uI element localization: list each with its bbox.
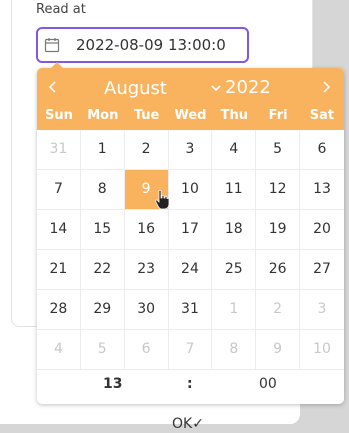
chevron-right-icon xyxy=(323,81,331,93)
day-cell[interactable]: 2 xyxy=(256,290,301,329)
day-cell[interactable]: 1 xyxy=(212,290,257,329)
chevron-down-icon xyxy=(211,84,221,92)
weekday-label: Mon xyxy=(87,108,119,123)
read-at-input[interactable]: 2022-08-09 13:00:0 xyxy=(36,27,249,63)
date-picker-popup: August 2022 Sun Mon Tue Wed Thu Fri Sat … xyxy=(37,62,344,404)
day-cell[interactable]: 31 xyxy=(169,290,213,329)
day-cell[interactable]: 3 xyxy=(169,130,213,169)
day-cell[interactable]: 8 xyxy=(81,170,125,209)
weekday-label: Fri xyxy=(268,108,288,123)
day-cell[interactable]: 4 xyxy=(212,130,257,169)
day-cell[interactable]: 29 xyxy=(81,290,125,329)
pointer-cursor-icon xyxy=(155,190,169,210)
day-cell[interactable]: 3 xyxy=(300,290,344,329)
day-cell[interactable]: 11 xyxy=(212,170,257,209)
year-input[interactable]: 2022 xyxy=(225,76,271,100)
calendar-icon xyxy=(44,37,60,53)
day-cell[interactable]: 15 xyxy=(81,210,125,249)
day-cell[interactable]: 22 xyxy=(81,250,125,289)
weekday-label: Tue xyxy=(133,108,160,123)
month-select[interactable]: August xyxy=(104,76,221,100)
week-row: 28 29 30 31 1 2 3 xyxy=(37,290,344,330)
day-cell[interactable]: 21 xyxy=(37,250,81,289)
weekday-label: Thu xyxy=(220,108,248,123)
day-cell[interactable]: 19 xyxy=(256,210,301,249)
day-cell[interactable]: 23 xyxy=(125,250,169,289)
read-at-value: 2022-08-09 13:00:0 xyxy=(76,36,226,54)
week-row: 7 8 9 10 11 12 13 xyxy=(37,170,344,210)
selected-day-cell[interactable]: 9 xyxy=(124,170,169,210)
weekday-header: Sun Mon Tue Wed Thu Fri Sat xyxy=(37,106,344,130)
next-month-button[interactable] xyxy=(315,76,337,98)
selected-day-label: 9 xyxy=(141,181,151,197)
minute-input[interactable]: 00 xyxy=(259,376,277,392)
day-cell[interactable]: 20 xyxy=(300,210,344,249)
day-cell[interactable]: 24 xyxy=(169,250,213,289)
day-cell[interactable]: 14 xyxy=(37,210,81,249)
day-cell[interactable]: 18 xyxy=(212,210,257,249)
prev-month-button[interactable] xyxy=(42,76,64,98)
time-separator: : xyxy=(187,376,193,392)
day-cell[interactable]: 12 xyxy=(256,170,301,209)
ok-button[interactable]: OK✓ xyxy=(172,416,204,432)
time-selector: 13 : 00 xyxy=(37,364,344,404)
calendar-header: August 2022 Sun Mon Tue Wed Thu Fri Sat xyxy=(37,68,344,130)
day-cell[interactable]: 27 xyxy=(300,250,344,289)
chevron-left-icon xyxy=(48,81,56,93)
day-cell[interactable]: 28 xyxy=(37,290,81,329)
day-grid: 31 1 2 3 4 5 6 7 8 9 10 11 12 13 14 15 1… xyxy=(37,130,344,370)
week-row: 14 15 16 17 18 19 20 xyxy=(37,210,344,250)
day-cell[interactable]: 17 xyxy=(169,210,213,249)
day-cell[interactable]: 31 xyxy=(37,130,81,169)
day-cell[interactable]: 30 xyxy=(125,290,169,329)
day-cell[interactable]: 7 xyxy=(37,170,81,209)
hour-input[interactable]: 13 xyxy=(103,376,122,392)
day-cell[interactable]: 1 xyxy=(81,130,125,169)
day-cell[interactable]: 2 xyxy=(125,130,169,169)
day-cell[interactable]: 13 xyxy=(300,170,344,209)
day-cell[interactable]: 10 xyxy=(169,170,213,209)
week-row: 31 1 2 3 4 5 6 xyxy=(37,130,344,170)
day-cell[interactable]: 5 xyxy=(256,130,301,169)
week-row: 21 22 23 24 25 26 27 xyxy=(37,250,344,290)
day-cell[interactable]: 16 xyxy=(125,210,169,249)
read-at-label: Read at xyxy=(36,2,86,17)
weekday-label: Sat xyxy=(309,108,335,123)
month-label: August xyxy=(104,77,167,99)
day-cell[interactable]: 25 xyxy=(212,250,257,289)
weekday-label: Wed xyxy=(174,108,207,123)
weekday-label: Sun xyxy=(44,108,73,123)
day-cell[interactable]: 26 xyxy=(256,250,301,289)
day-cell[interactable]: 6 xyxy=(300,130,344,169)
